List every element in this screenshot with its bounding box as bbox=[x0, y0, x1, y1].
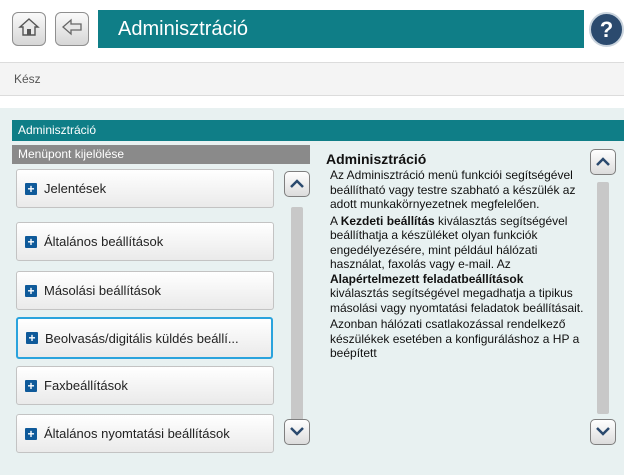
bold-text-run: Kezdeti beállítás bbox=[340, 213, 435, 228]
menu-scroll-down-button[interactable] bbox=[284, 419, 310, 445]
home-icon bbox=[18, 17, 40, 42]
expand-plus-icon: + bbox=[26, 332, 38, 344]
menu-scroll-up-button[interactable] bbox=[284, 171, 310, 197]
help-icon: ? bbox=[599, 17, 614, 42]
description-paragraph-2: A Kezdeti beállítás kiválasztás segítség… bbox=[330, 214, 585, 316]
description-panel: Adminisztráció Az Adminisztráció menü fu… bbox=[320, 146, 620, 475]
menu-scrollbar[interactable] bbox=[291, 207, 303, 423]
menu-item-masolasi-beallitasok[interactable]: + Másolási beállítások bbox=[16, 271, 274, 310]
menu-item-beolvasas-digitalis-kuldes[interactable]: + Beolvasás/digitális küldés beállí... bbox=[16, 317, 273, 359]
menu-item-label: Beolvasás/digitális küldés beállí... bbox=[45, 330, 239, 346]
menu-item-jelentesek[interactable]: + Jelentések bbox=[16, 169, 274, 208]
description-title: Adminisztráció bbox=[326, 151, 427, 167]
chevron-up-icon bbox=[596, 153, 610, 171]
menu-item-altalanos-beallitasok[interactable]: + Általános beállítások bbox=[16, 222, 274, 261]
expand-plus-icon: + bbox=[25, 379, 37, 392]
main-panel: Adminisztráció Menüpont kijelölése + Jel… bbox=[0, 108, 624, 475]
menu-item-label: Másolási beállítások bbox=[44, 283, 162, 298]
expand-plus-icon: + bbox=[25, 235, 37, 248]
description-text: Az Adminisztráció menü funkciói segítség… bbox=[330, 168, 585, 363]
description-scroll-down-button[interactable] bbox=[590, 419, 616, 445]
expand-plus-icon: + bbox=[25, 182, 37, 195]
menu-item-label: Jelentések bbox=[44, 181, 107, 196]
top-bar: Adminisztráció ? bbox=[0, 0, 624, 62]
help-button[interactable]: ? bbox=[589, 12, 624, 47]
menu-item-label: Faxbeállítások bbox=[44, 378, 128, 393]
expand-plus-icon: + bbox=[25, 284, 37, 297]
text-run: kiválasztás segítségével megadhatja a ti… bbox=[330, 286, 584, 315]
chevron-up-icon bbox=[290, 175, 304, 193]
back-button[interactable] bbox=[55, 12, 89, 46]
page-title: Adminisztráció bbox=[98, 10, 584, 48]
expand-plus-icon: + bbox=[25, 427, 37, 440]
chevron-down-icon bbox=[596, 423, 610, 441]
text-run: A bbox=[330, 213, 341, 228]
status-text: Kész bbox=[0, 62, 624, 96]
chevron-down-icon bbox=[290, 423, 304, 441]
back-icon bbox=[61, 18, 83, 41]
menu-item-altalanos-nyomtatasi-beallitasok[interactable]: + Általános nyomtatási beállítások bbox=[16, 414, 274, 453]
menu-item-label: Általános beállítások bbox=[44, 234, 164, 249]
menu-item-faxbeallitasok[interactable]: + Faxbeállítások bbox=[16, 366, 274, 405]
description-paragraph-3: Azonban hálózati csatlakozással rendelke… bbox=[330, 317, 580, 360]
bold-text-run: Alapértelmezett feladatbeállítások bbox=[330, 271, 524, 286]
menu-item-label: Általános nyomtatási beállítások bbox=[44, 426, 230, 441]
description-paragraph-1: Az Adminisztráció menü funkciói segítség… bbox=[330, 168, 576, 211]
panel-title: Adminisztráció bbox=[12, 120, 624, 141]
description-scroll-up-button[interactable] bbox=[590, 149, 616, 175]
home-button[interactable] bbox=[12, 12, 46, 46]
description-scrollbar[interactable] bbox=[597, 182, 609, 414]
menu-header: Menüpont kijelölése bbox=[12, 145, 310, 164]
